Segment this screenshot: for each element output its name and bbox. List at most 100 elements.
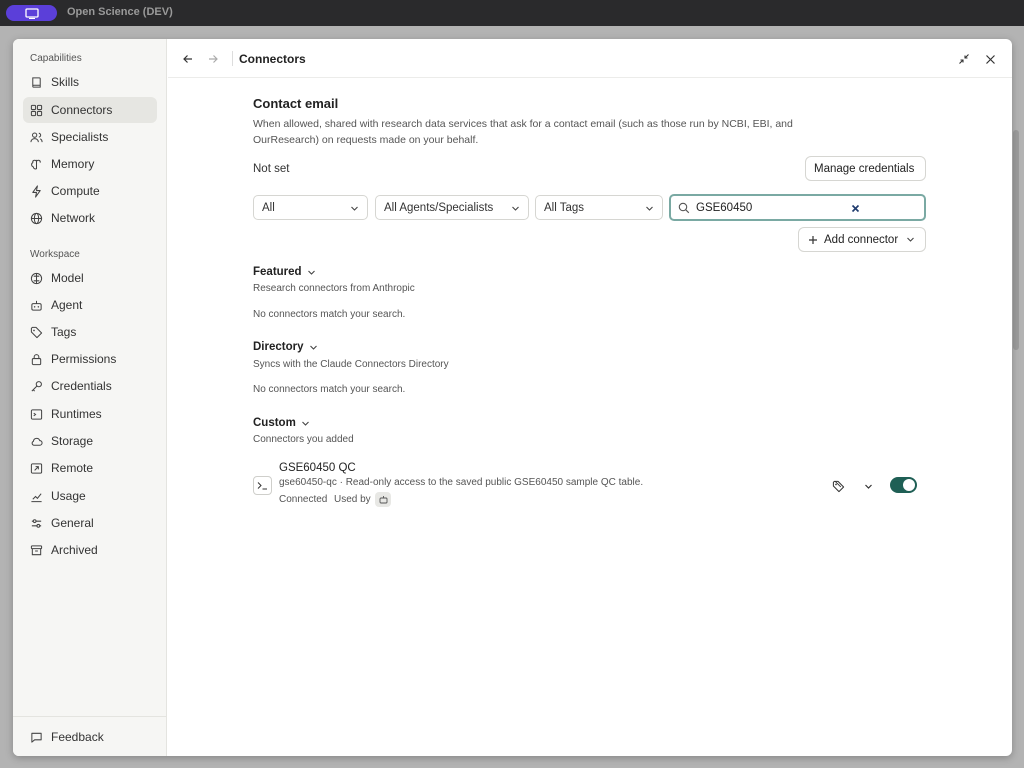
capabilities-label: Capabilities <box>30 53 82 64</box>
monitor-icon <box>24 7 39 19</box>
custom-title: Custom <box>253 417 296 429</box>
sidebar-item-label: Compute <box>51 184 100 198</box>
directory-empty-message: No connectors match your search. <box>253 384 406 395</box>
sidebar-item-remote[interactable]: Remote <box>23 455 157 481</box>
connector-expand-button[interactable] <box>860 478 876 494</box>
chart-icon <box>29 489 43 503</box>
close-icon <box>985 54 995 64</box>
agents-filter-value: All Agents/Specialists <box>384 201 494 214</box>
chevron-down-icon <box>301 421 309 426</box>
chevron-down-icon <box>907 237 915 242</box>
terminal-icon <box>253 476 272 495</box>
remote-icon <box>29 461 43 475</box>
sidebar-item-compute[interactable]: Compute <box>23 178 157 204</box>
sidebar-item-network[interactable]: Network <box>23 205 157 231</box>
sidebar-item-label: Remote <box>51 461 94 475</box>
scope-filter-select[interactable]: All <box>253 195 368 220</box>
featured-subtitle: Research connectors from Anthropic <box>253 283 415 294</box>
sidebar-item-memory[interactable]: Memory <box>23 151 157 177</box>
forward-button[interactable] <box>205 51 221 67</box>
manage-credentials-button[interactable]: Manage credentials <box>805 156 926 181</box>
sidebar-item-storage[interactable]: Storage <box>23 428 157 454</box>
brain-icon <box>29 157 43 171</box>
sidebar-item-label: Model <box>51 271 84 285</box>
grid-icon <box>29 103 43 117</box>
sidebar-divider <box>13 716 167 717</box>
sidebar-item-label: Permissions <box>51 352 117 366</box>
search-input[interactable] <box>696 201 846 214</box>
add-connector-label: Add connector <box>824 233 899 246</box>
message-icon <box>29 730 43 744</box>
sidebar-item-specialists[interactable]: Specialists <box>23 124 157 150</box>
sidebar-item-label: Memory <box>51 157 95 171</box>
connector-status: Connected <box>279 494 328 505</box>
connector-enabled-toggle[interactable] <box>890 477 917 493</box>
connector-tags-button[interactable] <box>830 478 846 494</box>
sidebar-item-archived[interactable]: Archived <box>23 537 157 563</box>
directory-title: Directory <box>253 341 304 353</box>
toggle-knob <box>903 479 915 491</box>
key-icon <box>29 379 43 393</box>
app-switcher-button[interactable] <box>6 5 57 21</box>
sidebar-item-label: Connectors <box>51 103 113 117</box>
sidebar-item-label: Specialists <box>51 130 109 144</box>
sidebar-item-label: General <box>51 516 94 530</box>
close-button[interactable] <box>982 51 998 67</box>
featured-section-toggle[interactable]: Featured <box>253 266 316 278</box>
main-panel: Connectors Contact email When allowed, s… <box>168 39 1012 756</box>
sidebar-item-tags[interactable]: Tags <box>23 319 157 345</box>
collapse-button[interactable] <box>956 51 972 67</box>
settings-modal: Capabilities Skills Connectors Specialis… <box>13 39 1012 756</box>
directory-section-toggle[interactable]: Directory <box>253 341 318 353</box>
sidebar-item-connectors[interactable]: Connectors <box>23 97 157 123</box>
sidebar-item-label: Skills <box>51 75 80 89</box>
feedback-button[interactable]: Feedback <box>23 724 157 750</box>
search-icon <box>678 202 690 213</box>
sidebar-item-label: Archived <box>51 543 98 557</box>
sidebar-item-label: Network <box>51 211 96 225</box>
contact-email-status: Not set <box>253 163 290 175</box>
book-icon <box>29 75 43 89</box>
sidebar-item-general[interactable]: General <box>23 510 157 536</box>
page-title: Connectors <box>239 52 306 66</box>
title-divider <box>232 51 233 66</box>
page-scrollbar[interactable] <box>1013 130 1019 350</box>
sidebar-item-runtimes[interactable]: Runtimes <box>23 401 157 427</box>
agents-filter-select[interactable]: All Agents/Specialists <box>375 195 529 220</box>
sidebar: Capabilities Skills Connectors Specialis… <box>13 39 167 756</box>
tag-icon <box>832 480 844 492</box>
cloud-icon <box>29 434 43 448</box>
connector-name[interactable]: GSE60450 QC <box>279 462 356 474</box>
back-button[interactable] <box>180 51 196 67</box>
chevron-down-icon <box>646 206 653 211</box>
custom-section-toggle[interactable]: Custom <box>253 417 310 429</box>
add-connector-button[interactable]: Add connector <box>798 227 926 252</box>
chevron-down-icon <box>351 206 358 211</box>
connector-description: gse60450-qc · Read-only access to the sa… <box>279 477 644 488</box>
topbar: Connectors <box>168 39 1012 78</box>
sidebar-item-model[interactable]: Model <box>23 265 157 291</box>
sidebar-item-credentials[interactable]: Credentials <box>23 373 157 399</box>
app-title: Open Science (DEV) <box>67 6 173 18</box>
chevron-down-icon <box>307 270 315 275</box>
users-icon <box>29 130 43 144</box>
model-icon <box>29 271 43 285</box>
sidebar-item-skills[interactable]: Skills <box>23 69 157 95</box>
scope-filter-value: All <box>262 201 275 214</box>
sidebar-item-label: Tags <box>51 325 77 339</box>
sidebar-item-label: Agent <box>51 298 83 312</box>
globe-icon <box>29 211 43 225</box>
clear-search-button[interactable] <box>849 202 861 214</box>
sidebar-item-label: Storage <box>51 434 94 448</box>
sidebar-item-permissions[interactable]: Permissions <box>23 346 157 372</box>
sidebar-item-usage[interactable]: Usage <box>23 483 157 509</box>
bolt-icon <box>29 184 43 198</box>
featured-title: Featured <box>253 266 302 278</box>
tags-filter-select[interactable]: All Tags <box>535 195 663 220</box>
sidebar-item-label: Usage <box>51 489 86 503</box>
agent-chip[interactable] <box>375 492 391 507</box>
contact-email-heading: Contact email <box>253 96 339 111</box>
feedback-label: Feedback <box>51 730 104 744</box>
sidebar-item-agent[interactable]: Agent <box>23 292 157 318</box>
robot-icon <box>379 496 387 504</box>
